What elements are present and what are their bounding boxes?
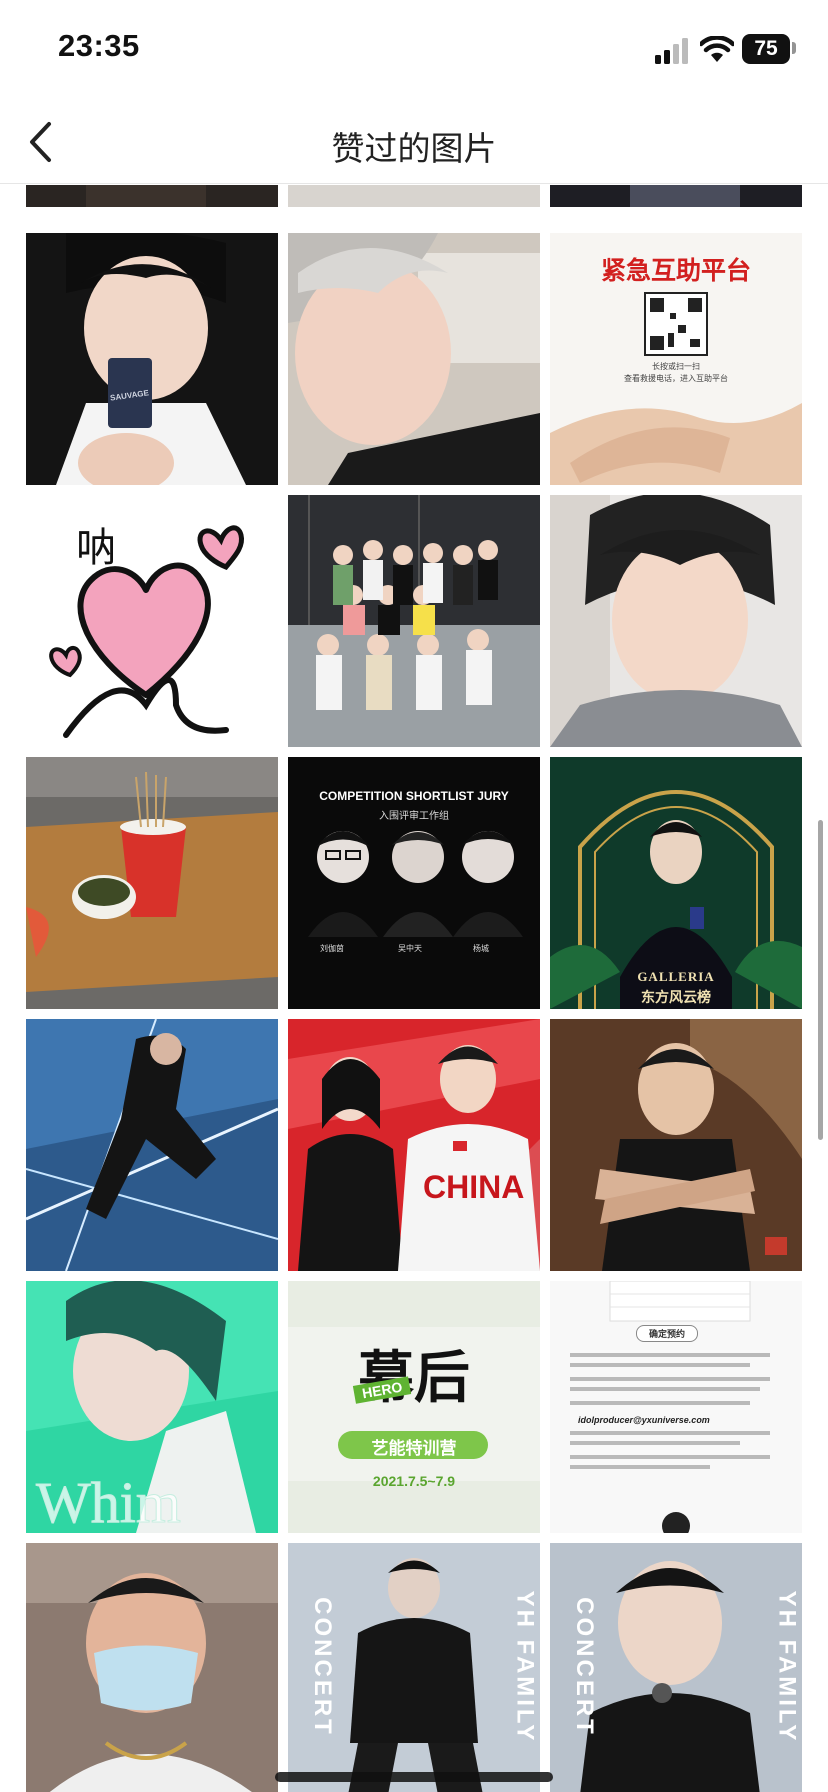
poster-headline: 紧急互助平台 — [600, 257, 751, 285]
wifi-icon — [700, 36, 734, 62]
photo-tile-dance[interactable] — [26, 1019, 278, 1271]
doodle-text: 呐 — [76, 526, 116, 570]
photo-tile-concert[interactable]: CONCERT YH FAMILY — [550, 1543, 802, 1792]
poster-caption: 长按或扫一扫 — [652, 362, 700, 371]
photo-tile-concert[interactable]: CONCERT YH FAMILY — [288, 1543, 540, 1792]
concert-label: CONCERT — [308, 1597, 336, 1737]
jury-name: 刘伽茵 — [320, 944, 344, 953]
photo-tile-hero[interactable]: 幕后 HERO 艺能特训营 2021.7.5~7.9 — [288, 1281, 540, 1533]
photo-tile-whim[interactable]: Whim — [26, 1281, 278, 1533]
jersey-text: CHINA — [423, 1169, 525, 1205]
photo-tile-group[interactable] — [288, 495, 540, 747]
photo-tile-arms-crossed[interactable] — [550, 1019, 802, 1271]
photo-tile-heart[interactable]: 呐 — [26, 495, 278, 747]
signal-icon — [655, 38, 688, 64]
photo-tile-portrait[interactable]: SAUVAGE — [26, 233, 278, 485]
battery-icon: 75 — [742, 34, 790, 64]
photo-tile-notice[interactable]: 确定预约 idolproducer@yxuniverse.com — [550, 1281, 802, 1533]
home-indicator[interactable] — [275, 1772, 553, 1782]
page-title: 赞过的图片 — [331, 130, 497, 167]
concert-label: CONCERT — [570, 1597, 598, 1737]
concert-brand: YH FAMILY — [511, 1590, 539, 1744]
status-bar: 23:35 75 — [0, 0, 828, 100]
scrollbar[interactable] — [818, 820, 823, 1140]
photo-tile[interactable] — [288, 185, 540, 207]
jury-name: 杨城 — [473, 944, 489, 953]
photo-tile-food[interactable] — [26, 757, 278, 1009]
photo-tile-jury[interactable]: COMPETITION SHORTLIST JURY 入围评审工作组 刘伽茵 吴… — [288, 757, 540, 1009]
notice-button: 确定预约 — [636, 1325, 699, 1342]
status-time: 23:35 — [58, 28, 140, 63]
galleria-title: GALLERIA — [637, 969, 715, 984]
battery-tip — [792, 42, 796, 54]
jury-heading: COMPETITION SHORTLIST JURY — [319, 789, 509, 803]
nav-bar: 赞过的图片 — [0, 100, 828, 184]
concert-brand: YH FAMILY — [773, 1590, 801, 1744]
photo-tile-poster[interactable]: 紧急互助平台 长按或扫一扫 查看救援电话，进入互助平台 — [550, 233, 802, 485]
photo-tile-masked[interactable] — [26, 1543, 278, 1792]
photo-tile-galleria[interactable]: GALLERIA 东方风云榜 — [550, 757, 802, 1009]
photo-tile[interactable] — [550, 185, 802, 207]
hero-date: 2021.7.5~7.9 — [372, 1473, 456, 1489]
photo-tile-selfie[interactable] — [288, 233, 540, 485]
photo-tile-china[interactable]: CHINA — [288, 1019, 540, 1271]
hero-subtitle: 艺能特训营 — [371, 1439, 457, 1458]
photo-tile-selfie[interactable] — [550, 495, 802, 747]
whim-title: Whim — [36, 1470, 182, 1534]
hero-title: 幕后 — [358, 1348, 470, 1410]
jury-subheading: 入围评审工作组 — [379, 811, 449, 822]
photo-tile[interactable] — [26, 185, 278, 207]
poster-caption: 查看救援电话，进入互助平台 — [624, 374, 728, 383]
photo-grid: SAUVAGE 紧急互助平台 长按或扫一扫 查看救援电话，进入互助平台 呐 CO… — [0, 185, 828, 1792]
jury-name: 吴中天 — [398, 944, 422, 953]
notice-email: idolproducer@yxuniverse.com — [578, 1415, 710, 1425]
galleria-subtitle: 东方风云榜 — [641, 989, 711, 1005]
